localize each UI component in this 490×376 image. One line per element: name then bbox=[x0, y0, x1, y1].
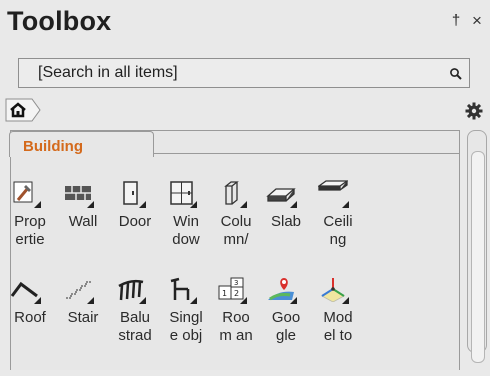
flyout-indicator bbox=[290, 201, 297, 208]
tool-label: Mod el to bbox=[323, 309, 353, 344]
pin-icon[interactable]: † bbox=[448, 13, 464, 29]
home-icon[interactable] bbox=[5, 98, 41, 122]
flyout-indicator bbox=[342, 297, 349, 304]
tool-google-earth[interactable]: Goo gle bbox=[258, 276, 314, 376]
search-icon[interactable] bbox=[449, 67, 463, 81]
tool-balustrade[interactable]: Balu strad bbox=[107, 276, 163, 376]
flyout-indicator bbox=[190, 297, 197, 304]
tool-label: Door bbox=[118, 213, 152, 230]
tool-properties[interactable]: Prop ertie bbox=[2, 180, 58, 280]
tool-room[interactable]: 1 2 3 Roo m an bbox=[208, 276, 264, 376]
flyout-indicator bbox=[87, 201, 94, 208]
tool-roof[interactable]: Roof bbox=[2, 276, 58, 376]
tool-label: Singl e obj bbox=[169, 309, 203, 344]
tool-wall[interactable]: Wall bbox=[55, 180, 111, 280]
search-input[interactable]: [Search in all items] bbox=[18, 58, 470, 88]
scrollbar[interactable] bbox=[467, 130, 487, 363]
flyout-indicator bbox=[290, 297, 297, 304]
tool-label: Win dow bbox=[172, 213, 200, 248]
tool-slab[interactable]: Slab bbox=[258, 180, 314, 280]
tool-door[interactable]: Door bbox=[107, 180, 163, 280]
tool-column[interactable]: Colu mn/ bbox=[208, 180, 264, 280]
flyout-indicator bbox=[190, 201, 197, 208]
flyout-indicator bbox=[34, 201, 41, 208]
tool-window[interactable]: Win dow bbox=[158, 180, 214, 280]
flyout-indicator bbox=[34, 297, 41, 304]
flyout-indicator bbox=[139, 201, 146, 208]
svg-text:3: 3 bbox=[234, 279, 238, 287]
gear-icon[interactable] bbox=[465, 102, 483, 120]
tool-label: Roo m an bbox=[219, 309, 253, 344]
scroll-thumb[interactable] bbox=[471, 151, 485, 363]
flyout-indicator bbox=[87, 297, 94, 304]
tab-divider bbox=[154, 153, 460, 154]
svg-text:1: 1 bbox=[222, 289, 227, 298]
tab-building[interactable]: Building bbox=[9, 131, 154, 157]
tool-stair[interactable]: Stair bbox=[55, 276, 111, 376]
tool-label: Roof bbox=[14, 309, 46, 326]
tool-single-object[interactable]: Singl e obj bbox=[158, 276, 214, 376]
tab-label: Building bbox=[23, 138, 83, 155]
tool-label: Slab bbox=[270, 213, 302, 230]
tool-label: Wall bbox=[68, 213, 98, 230]
flyout-indicator bbox=[342, 201, 349, 208]
svg-text:2: 2 bbox=[234, 289, 239, 298]
close-icon[interactable]: × bbox=[468, 12, 486, 30]
tool-label: Balu strad bbox=[118, 309, 152, 344]
search-placeholder: [Search in all items] bbox=[38, 64, 178, 81]
tool-label: Goo gle bbox=[271, 309, 301, 344]
tool-label: Prop ertie bbox=[14, 213, 46, 248]
tool-label: Colu mn/ bbox=[220, 213, 252, 248]
tool-label: Stair bbox=[67, 309, 99, 326]
flyout-indicator bbox=[240, 201, 247, 208]
tool-label: Ceili ng bbox=[323, 213, 353, 248]
flyout-indicator bbox=[240, 297, 247, 304]
tool-ceiling[interactable]: Ceili ng bbox=[310, 180, 366, 280]
tool-model-to[interactable]: Mod el to bbox=[310, 276, 366, 376]
panel-title: Toolbox bbox=[7, 6, 112, 36]
title-bar: Toolbox † × bbox=[0, 0, 490, 44]
flyout-indicator bbox=[139, 297, 146, 304]
